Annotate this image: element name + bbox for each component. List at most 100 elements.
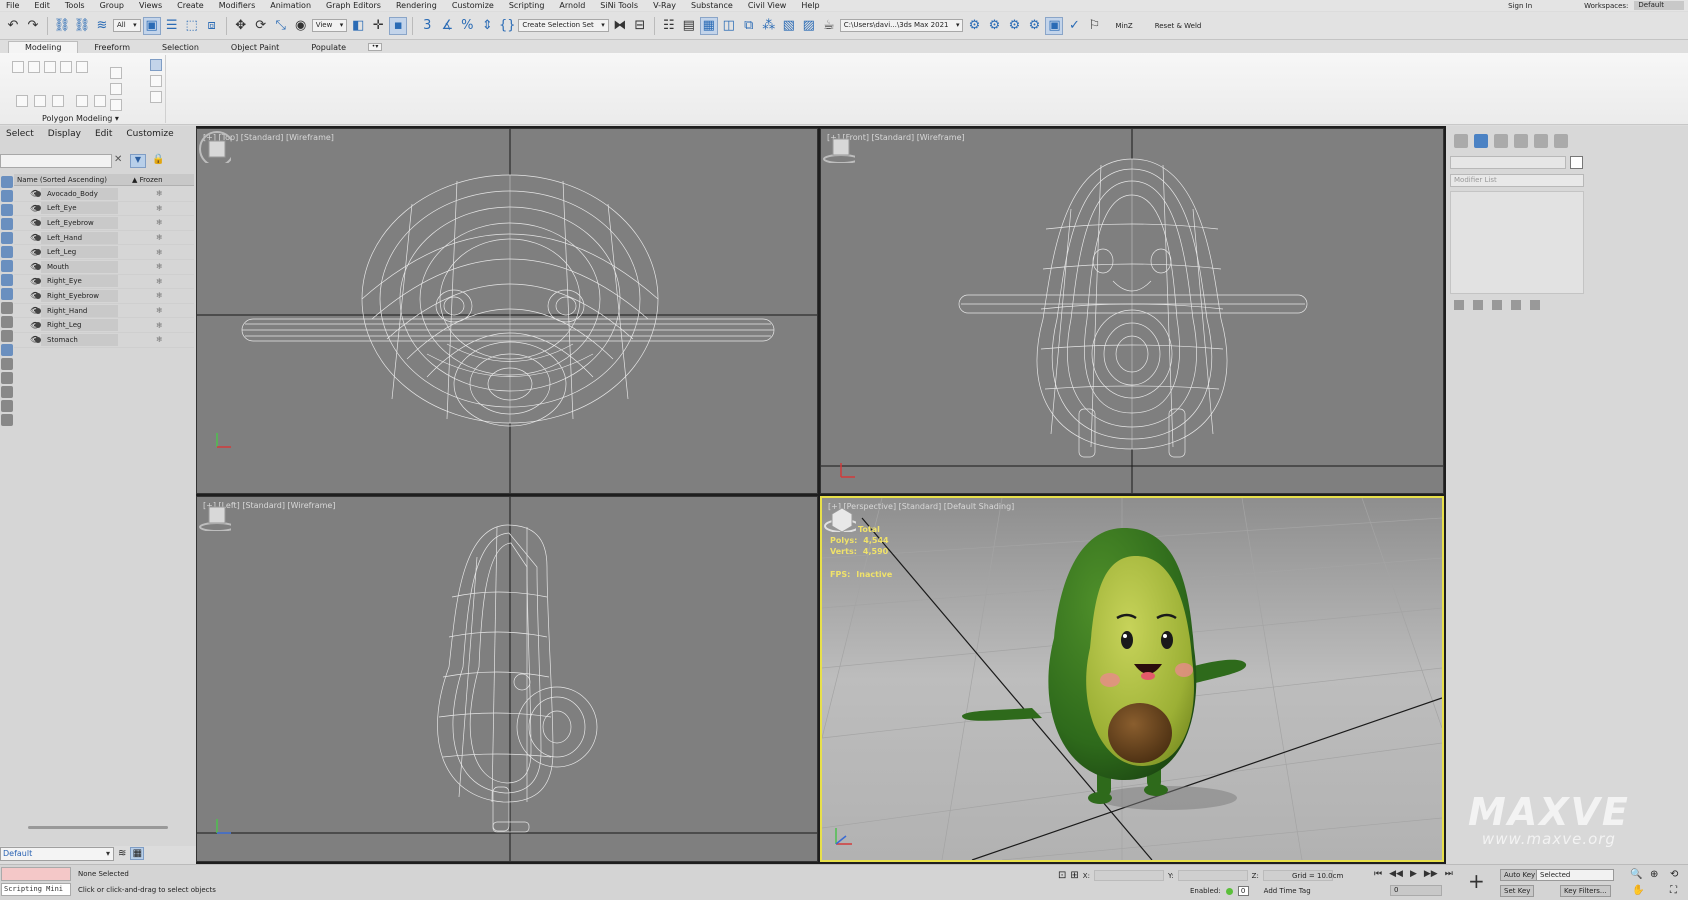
polygon-modeling-label[interactable]: Polygon Modeling ▾ — [42, 114, 119, 123]
script-tool-1-icon[interactable]: ⚙ — [965, 17, 983, 35]
display-invert-icon[interactable] — [1, 372, 13, 384]
minz-button[interactable]: MinZ — [1105, 22, 1142, 30]
window-crossing-icon[interactable]: ⧈ — [203, 17, 221, 35]
show-end-result-icon[interactable] — [1473, 300, 1483, 310]
pan-icon[interactable]: ✋ — [1632, 885, 1644, 896]
clear-search-icon[interactable]: ✕ — [114, 154, 122, 165]
link-icon[interactable]: ⛓ — [53, 17, 71, 35]
display-shapes-icon[interactable] — [1, 190, 13, 202]
current-frame-field[interactable]: 0 — [1390, 885, 1442, 896]
eye-icon[interactable]: 👁 — [14, 262, 40, 271]
list-item[interactable]: 👁Right_Eye ❄ — [14, 275, 194, 290]
zoom-icon[interactable]: 🔍 — [1630, 869, 1642, 880]
auto-key-button[interactable]: Auto Key — [1500, 869, 1540, 881]
tab-freeform[interactable]: Freeform — [78, 42, 146, 53]
named-selection-dropdown[interactable]: Create Selection Set — [518, 19, 609, 32]
tab-object-paint[interactable]: Object Paint — [215, 42, 295, 53]
isolate-icon[interactable]: ⊡ — [1058, 870, 1066, 881]
display-hidden-icon[interactable] — [1, 330, 13, 342]
script-tool-4-icon[interactable]: ⚙ — [1025, 17, 1043, 35]
script-tool-5-icon[interactable]: ▣ — [1045, 16, 1064, 35]
key-mode-dropdown[interactable]: Selected — [1536, 869, 1614, 881]
go-to-start-icon[interactable]: ⏮ — [1374, 869, 1382, 879]
rectangular-selection-icon[interactable]: ⬚ — [183, 17, 201, 35]
make-unique-icon[interactable] — [1492, 300, 1502, 310]
scene-explorer-icon[interactable]: ▦ — [699, 16, 718, 35]
list-item[interactable]: 👁Stomach ❄ — [14, 333, 194, 348]
spinner-snap-icon[interactable]: ⇕ — [478, 17, 496, 35]
material-editor-icon[interactable]: ⁂ — [760, 17, 778, 35]
curve-editor-icon[interactable]: ◫ — [720, 17, 738, 35]
edge-mode-icon[interactable] — [28, 61, 40, 73]
maxscript-mini-label[interactable]: Scripting Mini — [1, 883, 71, 896]
scene-menu-customize[interactable]: Customize — [126, 129, 173, 139]
eye-icon[interactable]: 👁 — [14, 335, 40, 344]
menu-file[interactable]: File — [0, 1, 28, 10]
maximize-viewport-icon[interactable]: ⛶ — [1670, 885, 1677, 896]
menu-edit[interactable]: Edit — [28, 1, 59, 10]
enabled-status-icon[interactable] — [1225, 887, 1233, 895]
orbit-icon[interactable]: ⟲ — [1670, 869, 1678, 880]
display-none-icon[interactable] — [1, 358, 13, 370]
bind-spacewarp-icon[interactable]: ≋ — [93, 17, 111, 35]
script-tool-3-icon[interactable]: ⚙ — [1005, 17, 1023, 35]
display-xrefs-icon[interactable] — [1, 274, 13, 286]
mirror-icon[interactable]: ⧓ — [611, 17, 629, 35]
rendered-frame-window-icon[interactable]: ▨ — [800, 17, 818, 35]
pivot-center-icon[interactable]: ◧ — [349, 17, 367, 35]
play-icon[interactable]: ▶ — [1410, 869, 1417, 879]
enabled-value-box[interactable]: 0 — [1237, 886, 1249, 896]
zoom-all-icon[interactable]: ⊕ — [1650, 869, 1658, 880]
quickslice-icon[interactable] — [52, 95, 64, 107]
display-spacewarps-icon[interactable] — [1, 246, 13, 258]
eye-icon[interactable]: 👁 — [14, 218, 40, 227]
render-production-icon[interactable]: ☕ — [820, 17, 838, 35]
menu-graph-editors[interactable]: Graph Editors — [320, 1, 390, 10]
y-coordinate-field[interactable] — [1177, 870, 1248, 881]
display-dependents-icon[interactable] — [1, 414, 13, 426]
object-color-swatch[interactable] — [1570, 156, 1583, 169]
display-tab-icon[interactable] — [1534, 134, 1548, 148]
scene-search-input[interactable] — [0, 154, 112, 168]
modify-tab-icon[interactable] — [1474, 134, 1488, 148]
project-path-dropdown[interactable]: C:\Users\davi...\3ds Max 2021 — [839, 19, 964, 32]
motion-tab-icon[interactable] — [1514, 134, 1528, 148]
menu-animation[interactable]: Animation — [264, 1, 320, 10]
viewport-front[interactable]: [+] [Front] [Standard] [Wireframe] — [820, 128, 1444, 494]
menu-create[interactable]: Create — [171, 1, 213, 10]
reference-coordinate-dropdown[interactable]: View — [311, 19, 348, 32]
use-soft-selection-icon[interactable] — [110, 83, 122, 95]
menu-help[interactable]: Help — [795, 1, 828, 10]
reset-weld-button[interactable]: Reset & Weld — [1145, 22, 1212, 30]
snowflake-icon[interactable]: ❄ — [156, 204, 163, 213]
move-icon[interactable]: ✥ — [232, 17, 250, 35]
x-coordinate-field[interactable] — [1093, 870, 1164, 881]
display-all-icon[interactable] — [1, 344, 13, 356]
element-mode-icon[interactable] — [76, 61, 88, 73]
menu-rendering[interactable]: Rendering — [390, 1, 446, 10]
viewcube-icon[interactable] — [197, 497, 231, 531]
menu-modifiers[interactable]: Modifiers — [213, 1, 265, 10]
show-end-result-icon[interactable] — [150, 59, 162, 71]
select-manipulate-icon[interactable]: ✛ — [369, 17, 387, 35]
go-to-end-icon[interactable]: ⏭ — [1445, 869, 1453, 879]
edit-named-selection-icon[interactable]: {} — [498, 17, 516, 35]
eye-icon[interactable]: 👁 — [14, 321, 40, 330]
ribbon-toggle-icon[interactable]: ▤ — [680, 17, 698, 35]
display-children-icon[interactable] — [1, 386, 13, 398]
hide-selected-icon[interactable] — [94, 95, 106, 107]
viewcube-icon[interactable] — [822, 498, 856, 532]
viewport-left[interactable]: [+] [Left] [Standard] [Wireframe] — [196, 496, 818, 862]
layer-explorer-icon[interactable]: ☷ — [660, 17, 678, 35]
modifier-stack[interactable] — [1450, 191, 1584, 294]
menu-arnold[interactable]: Arnold — [553, 1, 594, 10]
scene-menu-edit[interactable]: Edit — [95, 129, 112, 139]
border-mode-icon[interactable] — [44, 61, 56, 73]
snowflake-icon[interactable]: ❄ — [156, 291, 163, 300]
previous-frame-icon[interactable]: ◀◀ — [1389, 869, 1403, 879]
eye-icon[interactable]: 👁 — [14, 204, 40, 213]
scene-menu-display[interactable]: Display — [48, 129, 81, 139]
scene-explorer-toggle-icon[interactable]: ▦ — [130, 847, 145, 860]
preserve-uvs-icon[interactable] — [16, 95, 28, 107]
viewcube-icon[interactable] — [197, 129, 231, 163]
